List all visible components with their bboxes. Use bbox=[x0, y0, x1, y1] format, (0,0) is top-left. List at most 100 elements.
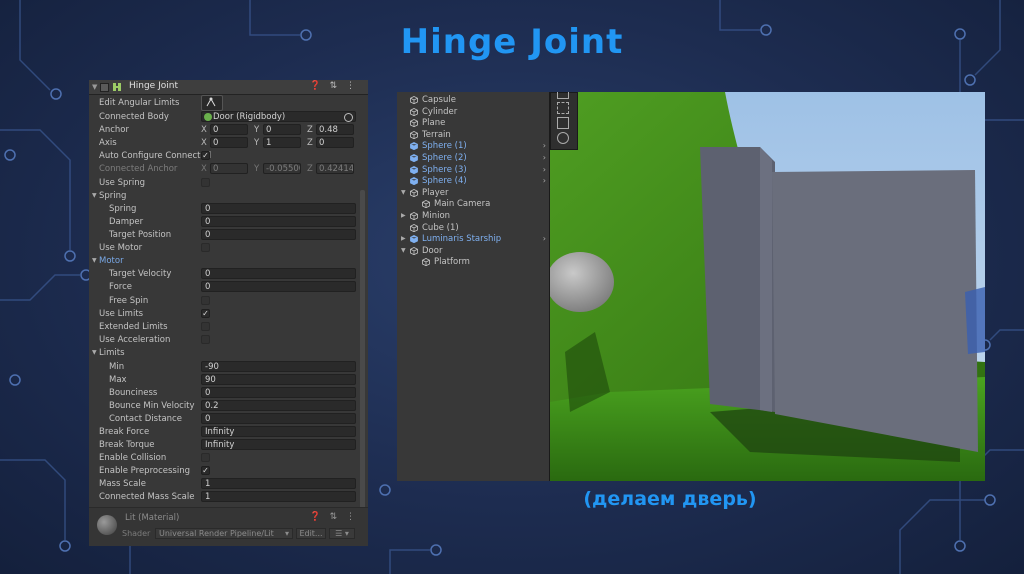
chevron-right-icon[interactable]: › bbox=[543, 176, 546, 185]
hierarchy-item[interactable]: Terrain bbox=[397, 130, 549, 141]
shader-edit-button[interactable]: Edit... bbox=[296, 528, 326, 539]
inspector-scrollbar[interactable] bbox=[360, 190, 365, 510]
hierarchy-item[interactable]: Capsule bbox=[397, 95, 549, 106]
free-spin-checkbox[interactable] bbox=[201, 296, 210, 305]
damper-field[interactable]: 0 bbox=[201, 216, 356, 227]
chevron-right-icon[interactable]: › bbox=[543, 153, 546, 162]
chevron-right-icon[interactable]: › bbox=[543, 141, 546, 150]
target-velocity-field[interactable]: 0 bbox=[201, 268, 356, 279]
field-label: Break Torque bbox=[99, 440, 155, 450]
force-field[interactable]: 0 bbox=[201, 281, 356, 292]
axis-label-x: X bbox=[201, 125, 207, 135]
anchor-y-field[interactable]: 0 bbox=[263, 124, 301, 135]
enable-preprocessing-checkbox[interactable]: ✓ bbox=[201, 466, 210, 475]
connected-mass-scale-field[interactable]: 1 bbox=[201, 491, 356, 502]
door-panel[interactable] bbox=[772, 170, 978, 452]
contact-distance-field[interactable]: 0 bbox=[201, 413, 356, 424]
scene-view[interactable] bbox=[550, 92, 985, 481]
hierarchy-item[interactable]: Sphere (1) › bbox=[397, 141, 549, 152]
auto-configure-checkbox[interactable]: ✓ bbox=[201, 151, 210, 160]
expand-arrow-icon[interactable]: ▶ bbox=[401, 235, 406, 242]
axis-z-field[interactable]: 0 bbox=[316, 137, 354, 148]
component-header-buttons[interactable]: ❓ ⇅ ⋮ bbox=[310, 81, 358, 91]
target-position-row: Target Position 0 bbox=[89, 229, 368, 242]
use-limits-checkbox[interactable]: ✓ bbox=[201, 309, 210, 318]
break-force-field[interactable]: Infinity bbox=[201, 426, 356, 437]
field-label: Connected Mass Scale bbox=[99, 492, 195, 502]
max-field[interactable]: 90 bbox=[201, 374, 356, 385]
field-label: Break Force bbox=[99, 427, 150, 437]
shader-label: Shader bbox=[122, 529, 151, 538]
hierarchy-item[interactable]: ▶ Minion bbox=[397, 211, 549, 222]
axis-x-field[interactable]: 0 bbox=[210, 137, 248, 148]
spring-foldout[interactable]: ▼ Spring bbox=[89, 190, 368, 203]
target-icon[interactable] bbox=[344, 113, 353, 122]
prefab-icon bbox=[410, 177, 418, 186]
expand-arrow-icon[interactable]: ▼ bbox=[401, 189, 406, 196]
collapse-arrow-icon[interactable]: ▼ bbox=[92, 83, 97, 91]
scale-tool-icon[interactable] bbox=[557, 102, 569, 114]
limits-foldout[interactable]: ▼ Limits bbox=[89, 347, 368, 360]
rect-tool-icon[interactable] bbox=[557, 117, 569, 129]
extended-limits-checkbox[interactable] bbox=[201, 322, 210, 331]
component-enabled-checkbox[interactable] bbox=[100, 83, 109, 92]
material-section: Lit (Material) ❓ ⇅ ⋮ Shader Universal Re… bbox=[89, 507, 368, 546]
hierarchy-item[interactable]: Main Camera bbox=[397, 199, 549, 210]
use-acceleration-checkbox[interactable] bbox=[201, 335, 210, 344]
hierarchy-item[interactable]: Cylinder bbox=[397, 107, 549, 118]
hierarchy-item[interactable]: Sphere (4) › bbox=[397, 176, 549, 187]
damper-row: Damper 0 bbox=[89, 216, 368, 229]
shader-dropdown[interactable]: Universal Render Pipeline/Lit ▾ bbox=[155, 528, 293, 539]
chevron-right-icon[interactable]: › bbox=[543, 165, 546, 174]
bounciness-row: Bounciness 0 bbox=[89, 387, 368, 400]
axis-label-z: Z bbox=[307, 164, 313, 174]
target-position-field[interactable]: 0 bbox=[201, 229, 356, 240]
break-torque-field[interactable]: Infinity bbox=[201, 439, 356, 450]
hierarchy-item[interactable]: Cube (1) bbox=[397, 223, 549, 234]
hierarchy-item[interactable]: Sphere (3) › bbox=[397, 165, 549, 176]
hierarchy-item[interactable]: Platform bbox=[397, 257, 549, 268]
field-label: Edit Angular Limits bbox=[99, 98, 180, 108]
use-spring-checkbox[interactable] bbox=[201, 178, 210, 187]
bounce-min-velocity-field[interactable]: 0.2 bbox=[201, 400, 356, 411]
motor-foldout[interactable]: ▼ Motor bbox=[89, 255, 368, 268]
hierarchy-item[interactable]: ▼ Door bbox=[397, 246, 549, 257]
axis-label-y: Y bbox=[254, 138, 260, 148]
cube-icon bbox=[410, 96, 418, 104]
prefab-icon bbox=[410, 235, 418, 244]
hinge-joint-icon bbox=[113, 83, 121, 91]
foldout-arrow-icon[interactable]: ▼ bbox=[92, 257, 97, 264]
move-tool-icon[interactable] bbox=[557, 92, 569, 99]
expand-arrow-icon[interactable]: ▼ bbox=[401, 247, 406, 254]
cube-icon bbox=[422, 200, 430, 209]
field-label: Use Acceleration bbox=[99, 335, 171, 345]
prefab-icon bbox=[410, 154, 418, 162]
shader-list-button[interactable]: ☰ ▾ bbox=[329, 528, 355, 539]
hierarchy-item[interactable]: Sphere (2) › bbox=[397, 153, 549, 164]
component-header[interactable]: ▼ Hinge Joint ❓ ⇅ ⋮ bbox=[89, 80, 368, 95]
expand-arrow-icon[interactable]: ▶ bbox=[401, 212, 406, 219]
chevron-right-icon[interactable]: › bbox=[543, 234, 546, 243]
hierarchy-item[interactable]: Plane bbox=[397, 118, 549, 129]
foldout-arrow-icon[interactable]: ▼ bbox=[92, 192, 97, 199]
enable-collision-checkbox[interactable] bbox=[201, 453, 210, 462]
foldout-arrow-icon[interactable]: ▼ bbox=[92, 349, 97, 356]
axis-y-field[interactable]: 1 bbox=[263, 137, 301, 148]
hierarchy-item[interactable]: ▼ Player bbox=[397, 188, 549, 199]
anchor-z-field[interactable]: 0.48 bbox=[316, 124, 354, 135]
cube-icon bbox=[410, 246, 418, 255]
bounciness-field[interactable]: 0 bbox=[201, 387, 356, 398]
transform-tool-icon[interactable] bbox=[557, 132, 569, 144]
edit-angular-limits-button[interactable] bbox=[201, 95, 223, 111]
use-motor-checkbox[interactable] bbox=[201, 243, 210, 252]
material-header-buttons[interactable]: ❓ ⇅ ⋮ bbox=[310, 512, 358, 522]
connected-anchor-x-field: 0 bbox=[210, 163, 248, 174]
mass-scale-field[interactable]: 1 bbox=[201, 478, 356, 489]
connected-body-field[interactable]: Door (Rigidbody) bbox=[201, 111, 356, 122]
anchor-x-field[interactable]: 0 bbox=[210, 124, 248, 135]
min-field[interactable]: -90 bbox=[201, 361, 356, 372]
hierarchy-item-label: Capsule bbox=[422, 95, 456, 105]
hierarchy-item-label: Sphere (1) bbox=[422, 141, 467, 152]
spring-field[interactable]: 0 bbox=[201, 203, 356, 214]
hierarchy-item[interactable]: ▶ Luminaris Starship › bbox=[397, 234, 549, 245]
